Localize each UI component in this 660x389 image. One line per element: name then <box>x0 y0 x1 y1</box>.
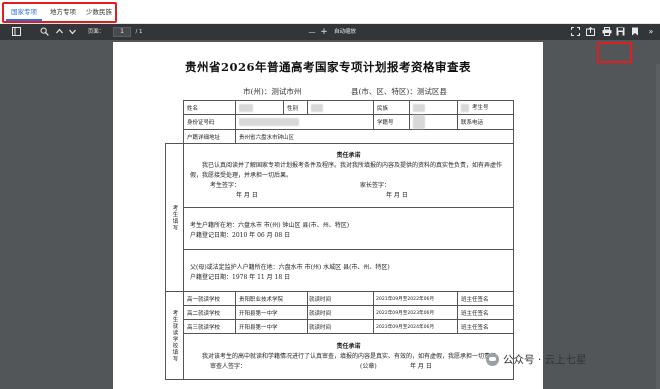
school-row-label: 高一就读学校 <box>183 291 236 306</box>
ethnic-label: 民族 <box>373 100 410 115</box>
county-field: 县(市、区、特区)：测试区县 <box>351 87 447 96</box>
tab-bar: 国家专项 地方专项 少数民族 <box>0 0 660 24</box>
document-title: 贵州省2026年普通高考国家专项计划报考资格审查表 <box>184 60 471 74</box>
student-household-cell: 考生户籍所在地：六盘水市 市(州) 钟山区 县(市、州、特区) 户籍登记日期：2… <box>183 207 514 250</box>
parent-household-location: 父(母)或法定监护人户籍所在地：六盘水市 市(州) 水城区 县(市、州、特区) <box>190 264 390 271</box>
reviewer-signature-label: 审查人签字： <box>210 362 247 370</box>
commitment-heading: 责任承诺 <box>336 151 361 159</box>
wechat-icon <box>486 353 499 366</box>
school-time-label: 就读时间 <box>307 305 374 320</box>
class-teacher-sign-label: 班主任签名 <box>457 305 514 320</box>
school-row-label: 高三就读学校 <box>183 319 236 334</box>
zoom-in-button[interactable]: + <box>319 27 329 37</box>
save-icon[interactable] <box>616 27 626 37</box>
gender-value <box>307 100 374 115</box>
reviewer-sign-date: 年 月 日 <box>410 362 432 370</box>
id-number-value <box>235 114 374 130</box>
school-name: 开阳县第一中学 <box>235 319 308 334</box>
application-form-table: 姓名 性别 民族 考生号 身份证号码 学籍号 联系电话 户籍详细地址 贵州省六盘… <box>165 100 514 380</box>
print-icon[interactable] <box>602 27 612 37</box>
school-time: 2021年09月至2022年06月 <box>373 291 458 306</box>
school-time: 2022年09月至2023年06月 <box>373 305 458 320</box>
parent-sign-date: 年 月 日 <box>386 191 408 199</box>
official-seal-label: (公章) <box>360 362 377 370</box>
parent-signature-label: 家长签字： <box>360 181 391 189</box>
parent-household-date: 户籍登记日期：1978 年 11 月 18 日 <box>190 274 291 281</box>
page-number-input[interactable]: 1 <box>113 27 131 37</box>
sidebar-toggle-icon[interactable] <box>12 27 22 37</box>
ethnic-value <box>409 100 458 115</box>
student-household-location: 考生户籍所在地：六盘水市 市(州) 钟山区 县(市、州、特区) <box>190 222 350 229</box>
open-file-icon[interactable] <box>586 27 596 37</box>
gender-label: 性别 <box>283 100 308 115</box>
pdf-page: 贵州省2026年普通高考国家专项计划报考资格审查表 市(州)：测试市州 县(市、… <box>113 42 543 389</box>
tools-menu-icon[interactable]: » <box>646 27 656 37</box>
class-teacher-sign-label: 班主任签名 <box>457 291 514 306</box>
city-field: 市(州)：测试市州 <box>243 87 302 96</box>
school-time-label: 就读时间 <box>307 319 374 334</box>
next-page-icon[interactable] <box>68 27 78 37</box>
watermark: 公众号 · 云上七星 <box>486 352 587 367</box>
student-household-date: 户籍登记日期：2010 年 06 月 08 日 <box>190 232 291 239</box>
phone-label: 联系电话 <box>457 114 514 130</box>
vertical-scrollbar[interactable] <box>656 64 660 389</box>
tabs-highlight-box <box>2 2 117 23</box>
school-time-label: 就读时间 <box>307 291 374 306</box>
school-number-value <box>409 114 458 130</box>
id-number-label: 身份证号码 <box>183 114 236 130</box>
toolbar-highlight-box <box>597 42 632 63</box>
class-teacher-sign-label: 班主任签名 <box>457 319 514 334</box>
presentation-mode-icon[interactable] <box>571 27 581 37</box>
zoom-out-button[interactable]: — <box>307 27 317 37</box>
page-total: / 1 <box>135 29 143 35</box>
student-section-label: 考生填写 <box>165 143 184 292</box>
school-section-label: 考生就读学校填写 <box>165 291 184 380</box>
bookmark-icon[interactable] <box>631 27 641 37</box>
school-commitment-heading: 责任承诺 <box>336 342 361 350</box>
student-signature-label: 考生签字： <box>210 181 241 189</box>
student-commitment-cell: 责任承诺 我已认真阅读并了解国家专项计划报考条件及程序。我对我所填报的内容及提供… <box>183 143 514 208</box>
student-sign-date: 年 月 日 <box>236 191 258 199</box>
page-label: 页面： <box>87 29 105 35</box>
school-commitment-text: 我对该考生的高中就读和学籍情况进行了认真审查，填报的内容是真实、有效的，如有虚假… <box>202 352 503 360</box>
name-value <box>235 100 284 115</box>
parent-household-cell: 父(母)或法定监护人户籍所在地：六盘水市 市(州) 水城区 县(市、州、特区) … <box>183 249 514 292</box>
address-label: 户籍详细地址 <box>183 129 236 144</box>
school-row-label: 高二就读学校 <box>183 305 236 320</box>
exam-number-label: 考生号 <box>457 100 514 115</box>
school-time: 2023年09月至2024年06月 <box>373 319 458 334</box>
school-commitment-cell: 责任承诺 我对该考生的高中就读和学籍情况进行了认真审查，填报的内容是真实、有效的… <box>183 333 514 380</box>
name-label: 姓名 <box>183 100 236 115</box>
previous-page-icon[interactable] <box>55 27 65 37</box>
address-value: 贵州省六盘水市钟山区 <box>235 129 514 144</box>
school-name: 贵阳职业技术学院 <box>235 291 308 306</box>
watermark-text: 公众号 · 云上七星 <box>503 354 587 366</box>
school-number-label: 学籍号 <box>373 114 410 130</box>
school-name: 开阳县第一中学 <box>235 305 308 320</box>
pdf-toolbar: 页面： 1 / 1 — + 自动缩放 » <box>0 24 660 40</box>
search-icon[interactable] <box>40 27 50 37</box>
commitment-text: 我已认真阅读并了解国家专项计划报考条件及程序。我对我所填报的内容及提供的资料的真… <box>190 161 503 179</box>
zoom-select[interactable]: 自动缩放 <box>330 27 360 37</box>
